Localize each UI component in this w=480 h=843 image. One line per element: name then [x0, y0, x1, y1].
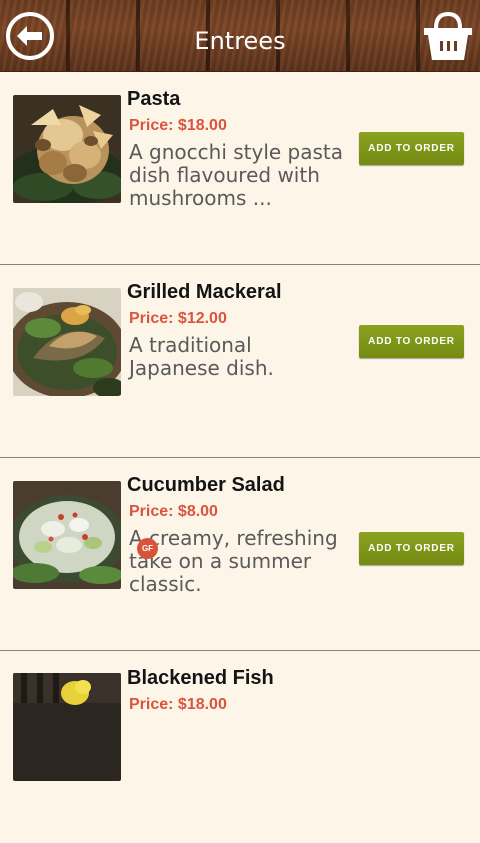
item-name: Blackened Fish — [127, 667, 274, 689]
grilled-mackeral-photo — [13, 288, 121, 396]
header-bar: Entrees — [0, 0, 480, 72]
item-name: Grilled Mackeral — [127, 281, 282, 303]
item-price: Price: $8.00 — [129, 503, 218, 520]
menu-item[interactable]: Pasta Price: $18.00 A gnocchi style past… — [0, 72, 480, 265]
item-price: Price: $18.00 — [129, 696, 227, 713]
item-name: Pasta — [127, 88, 181, 110]
add-to-order-button[interactable]: ADD TO ORDER — [359, 132, 464, 165]
item-price: Price: $18.00 — [129, 117, 227, 134]
add-to-order-button[interactable]: ADD TO ORDER — [359, 325, 464, 358]
item-description: A gnocchi style pasta dish flavoured wit… — [129, 140, 344, 210]
blackened-fish-photo — [13, 673, 121, 781]
page-title: Entrees — [194, 27, 286, 55]
back-arrow-icon — [6, 12, 54, 60]
menu-list: Pasta Price: $18.00 A gnocchi style past… — [0, 72, 480, 843]
item-name: Cucumber Salad — [127, 474, 285, 496]
basket-icon — [424, 11, 472, 60]
item-description: A creamy, refreshing take on a summer cl… — [129, 526, 338, 596]
pasta-photo — [13, 95, 121, 203]
basket-button[interactable] — [420, 8, 476, 64]
menu-item[interactable]: Cucumber Salad Price: $8.00 A creamy, re… — [0, 458, 480, 651]
menu-item[interactable]: Blackened Fish Price: $18.00 — [0, 651, 480, 843]
item-description: A traditional Japanese dish. — [129, 333, 274, 380]
add-to-order-button[interactable]: ADD TO ORDER — [359, 532, 464, 565]
cucumber-salad-photo — [13, 481, 121, 589]
item-price: Price: $12.00 — [129, 310, 227, 327]
menu-item[interactable]: Grilled Mackeral Price: $12.00 A traditi… — [0, 265, 480, 458]
gluten-free-badge: GF — [137, 538, 158, 559]
back-button[interactable] — [5, 11, 55, 61]
